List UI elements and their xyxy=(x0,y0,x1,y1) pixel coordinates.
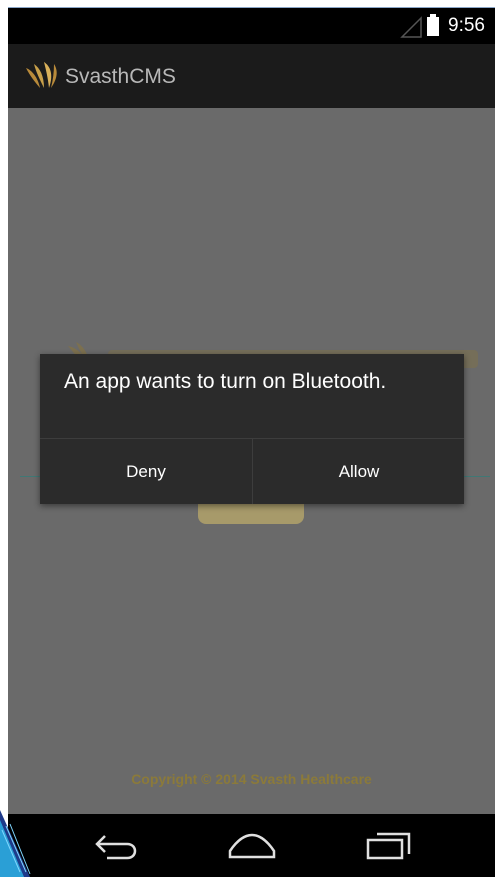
status-bar: 9:56 xyxy=(8,8,495,44)
recents-icon xyxy=(366,832,411,860)
allow-button[interactable]: Allow xyxy=(253,439,465,504)
bluetooth-permission-dialog: An app wants to turn on Bluetooth. Deny … xyxy=(40,354,464,504)
leaf-logo-icon xyxy=(26,62,57,88)
device-screen: 9:56 SvasthCMS Copyright © 2014 Svasth H… xyxy=(8,8,495,877)
back-icon xyxy=(95,835,137,860)
dialog-message: An app wants to turn on Bluetooth. xyxy=(64,370,387,393)
screenshot-left-border xyxy=(0,0,8,877)
navigation-bar xyxy=(8,814,495,877)
app-title: SvasthCMS xyxy=(65,65,176,88)
status-time: 9:56 xyxy=(448,15,485,36)
back-button[interactable] xyxy=(86,824,146,868)
home-icon xyxy=(228,833,276,859)
action-bar: SvasthCMS xyxy=(8,44,495,108)
screenshot-top-border xyxy=(0,0,495,8)
copyright-text: Copyright © 2014 Svasth Healthcare xyxy=(131,771,372,787)
battery-icon xyxy=(427,14,439,36)
signal-icon xyxy=(400,16,422,38)
home-button[interactable] xyxy=(222,824,282,868)
recents-button[interactable] xyxy=(358,824,418,868)
slide-corner-decoration xyxy=(0,810,31,877)
deny-button[interactable]: Deny xyxy=(40,439,252,504)
